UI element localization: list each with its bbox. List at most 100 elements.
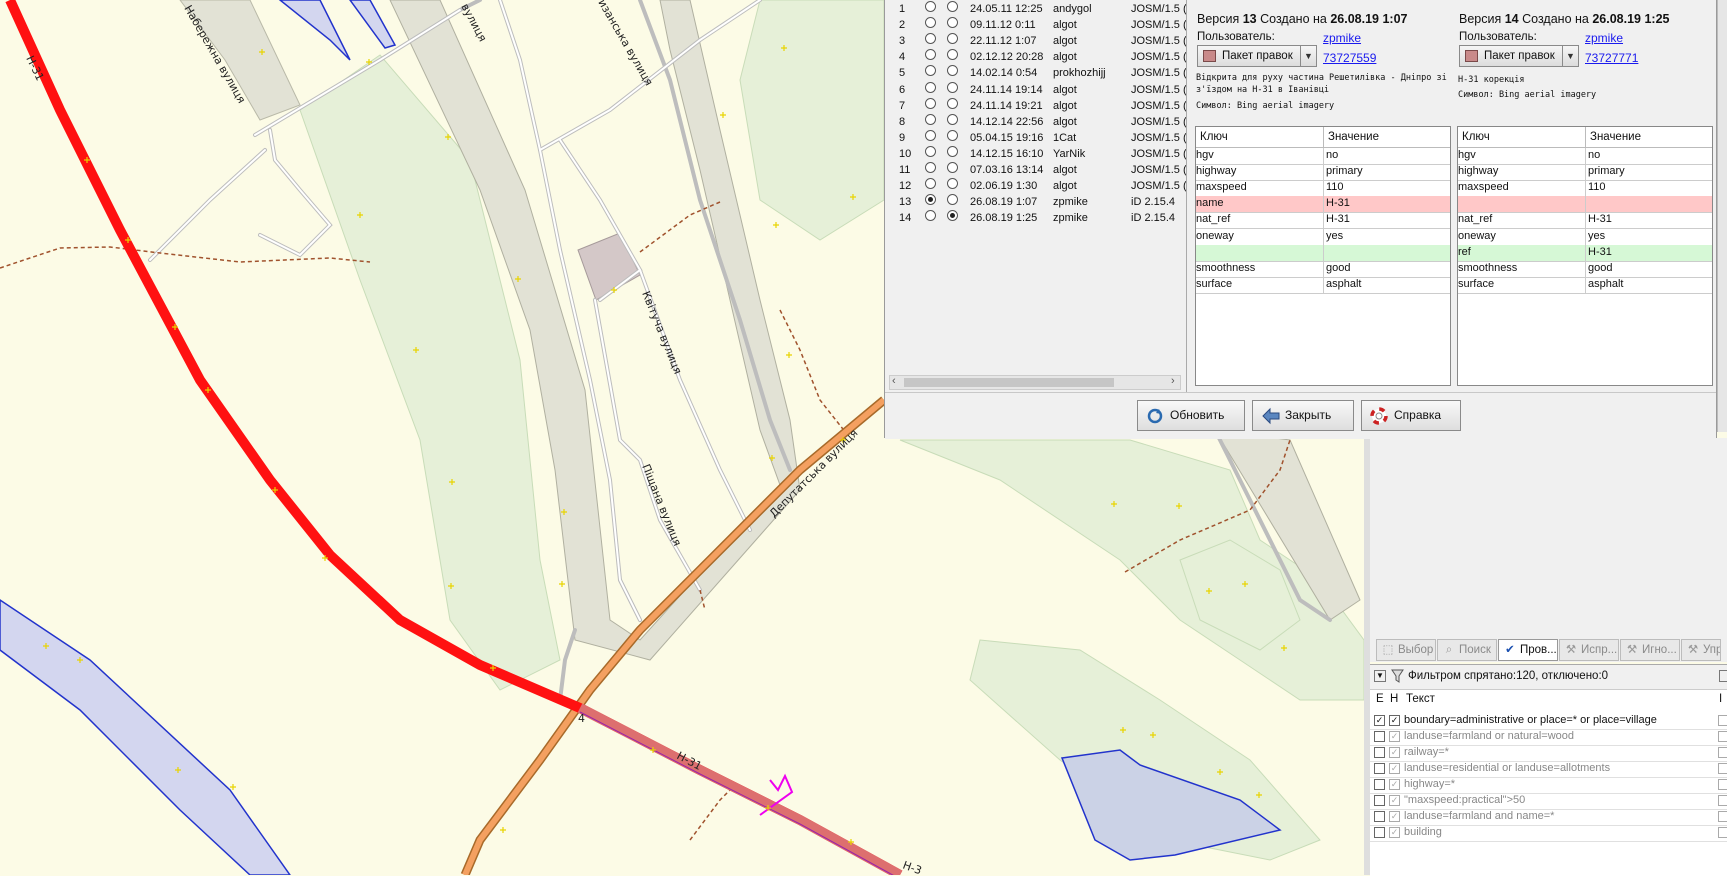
filter-enabled-checkbox[interactable]	[1374, 731, 1385, 742]
filter-enabled-checkbox[interactable]	[1374, 827, 1385, 838]
tag-row[interactable]: smoothness good	[1196, 260, 1450, 278]
version-radio-a[interactable]	[925, 113, 936, 125]
version-row[interactable]: 11 07.03.16 13:14 algot JOSM/1.5 (	[885, 162, 1186, 178]
filter-hide-checkbox[interactable]: ✓	[1389, 811, 1400, 822]
filter-hide-checkbox[interactable]: ✓	[1389, 827, 1400, 838]
key-column-header[interactable]: Ключ	[1200, 131, 1228, 143]
key-column-header[interactable]: Ключ	[1462, 131, 1490, 143]
filter-invert-checkbox[interactable]	[1718, 795, 1727, 806]
changeset-button[interactable]: Пакет правок	[1459, 45, 1563, 67]
tag-row[interactable]: nat_ref Н-31	[1196, 212, 1450, 230]
filter-invert-checkbox[interactable]	[1718, 747, 1727, 758]
filter-hide-checkbox[interactable]: ✓	[1389, 763, 1400, 774]
user-link[interactable]: zpmike	[1585, 31, 1623, 45]
filter-row[interactable]: ✓ building	[1370, 825, 1727, 842]
version-radio-b[interactable]	[947, 81, 958, 93]
filter-row[interactable]: ✓ landuse=residential or landuse=allotmen…	[1370, 761, 1727, 778]
version-radio-a[interactable]	[925, 97, 936, 109]
version-radio-b[interactable]	[947, 113, 958, 125]
version-radio-a[interactable]	[925, 145, 936, 157]
version-row[interactable]: 14 26.08.19 1:25 zpmike iD 2.15.4	[885, 210, 1185, 226]
tag-row[interactable]: hgv no	[1196, 148, 1450, 165]
filter-row[interactable]: ✓ ✓ boundary=administrative or place=* or …	[1370, 713, 1727, 730]
changeset-dropdown[interactable]: ▼	[1301, 45, 1317, 67]
tag-row[interactable]: oneway yes	[1196, 228, 1450, 246]
filter-hide-checkbox[interactable]: ✓	[1389, 779, 1400, 790]
version-radio-b[interactable]	[947, 49, 958, 61]
filter-invert-checkbox[interactable]	[1718, 715, 1727, 726]
tag-row[interactable]: surface asphalt	[1196, 276, 1450, 294]
tag-row[interactable]: surface asphalt	[1458, 276, 1712, 294]
version-radio-b[interactable]	[947, 65, 958, 77]
column-i[interactable]: I	[1719, 693, 1722, 705]
panel-button[interactable]	[1719, 670, 1727, 682]
filter-invert-checkbox[interactable]	[1718, 811, 1727, 822]
changeset-button[interactable]: Пакет правок	[1197, 45, 1301, 67]
filter-hide-checkbox[interactable]: ✓	[1389, 747, 1400, 758]
filter-hide-checkbox[interactable]: ✓	[1389, 795, 1400, 806]
filter-invert-checkbox[interactable]	[1718, 827, 1727, 838]
scrollbar-thumb[interactable]	[904, 378, 1114, 387]
version-radio-b[interactable]	[947, 210, 958, 222]
tag-table[interactable]: Ключ Значение hgv no highway primary maxspeed 1…	[1195, 126, 1451, 386]
collapse-icon[interactable]: ▼	[1374, 670, 1386, 682]
version-row[interactable]: 6 24.11.14 19:14 algot JOSM/1.5 (	[885, 81, 1186, 98]
version-list[interactable]: 1 24.05.11 12:25 andygol JOSM/1.5 (2 09.11.1…	[885, 0, 1187, 392]
help-button[interactable]: Справка	[1361, 400, 1461, 431]
tab-1[interactable]: ⬚ Выбор	[1376, 639, 1436, 661]
version-row[interactable]: 9 05.04.15 19:16 1Cat JOSM/1.5 (	[885, 129, 1186, 146]
version-row[interactable]: 13 26.08.19 1:07 zpmike iD 2.15.4	[885, 194, 1185, 210]
tab-4[interactable]: ⚒ Испр...	[1559, 639, 1619, 661]
tag-row[interactable]: maxspeed 110	[1458, 180, 1712, 198]
version-radio-a[interactable]	[925, 65, 936, 77]
tab-3[interactable]: ✔ Пров...	[1498, 639, 1558, 661]
horizontal-scrollbar[interactable]: ‹ ›	[889, 375, 1181, 390]
changeset-link[interactable]: 73727771	[1585, 51, 1638, 65]
value-column-header[interactable]: Значение	[1590, 131, 1641, 143]
version-radio-b[interactable]	[947, 97, 958, 109]
filter-enabled-checkbox[interactable]	[1374, 763, 1385, 774]
tag-row[interactable]	[1458, 196, 1712, 214]
version-radio-b[interactable]	[947, 162, 958, 173]
filter-enabled-checkbox[interactable]	[1374, 747, 1385, 758]
filter-hide-checkbox[interactable]: ✓	[1389, 715, 1400, 726]
filter-enabled-checkbox[interactable]: ✓	[1374, 715, 1385, 726]
tag-row[interactable]: name Н-31	[1196, 196, 1450, 214]
version-radio-b[interactable]	[947, 33, 958, 45]
version-radio-a[interactable]	[925, 49, 936, 61]
tag-row[interactable]: nat_ref Н-31	[1458, 212, 1712, 230]
tag-row[interactable]: ref Н-31	[1458, 244, 1712, 262]
version-radio-a[interactable]	[925, 1, 936, 12]
tag-row[interactable]: oneway yes	[1458, 228, 1712, 246]
column-text[interactable]: Текст	[1406, 693, 1435, 705]
tag-row[interactable]: maxspeed 110	[1196, 180, 1450, 198]
version-radio-a[interactable]	[925, 17, 936, 29]
version-radio-b[interactable]	[947, 129, 958, 141]
tag-row[interactable]: smoothness good	[1458, 260, 1712, 278]
tag-table[interactable]: Ключ Значение hgv no highway primary maxspeed 1…	[1457, 126, 1713, 386]
tag-row[interactable]: hgv no	[1458, 148, 1712, 165]
tag-row[interactable]: highway primary	[1458, 164, 1712, 182]
user-link[interactable]: zpmike	[1323, 31, 1361, 45]
version-radio-a[interactable]	[925, 33, 936, 45]
filter-row[interactable]: ✓ "maxspeed:practical">50	[1370, 793, 1727, 810]
version-row[interactable]: 5 14.02.14 0:54 prokhozhijj JOSM/1.5 (	[885, 65, 1186, 81]
scroll-left-icon[interactable]: ‹	[892, 375, 896, 387]
filter-enabled-checkbox[interactable]	[1374, 795, 1385, 806]
tag-row[interactable]	[1196, 244, 1450, 262]
filter-row[interactable]: ✓ landuse=farmland or natural=wood	[1370, 729, 1727, 746]
version-radio-a[interactable]	[925, 129, 936, 141]
filter-row[interactable]: ✓ highway=*	[1370, 777, 1727, 794]
filter-invert-checkbox[interactable]	[1718, 763, 1727, 774]
changeset-dropdown[interactable]: ▼	[1563, 45, 1579, 67]
version-row[interactable]: 2 09.11.12 0:11 algot JOSM/1.5 (	[885, 17, 1186, 33]
tab-6[interactable]: ⚒ Упр	[1681, 639, 1721, 661]
version-row[interactable]: 12 02.06.19 1:30 algot JOSM/1.5 (	[885, 178, 1186, 194]
value-column-header[interactable]: Значение	[1328, 131, 1379, 143]
filter-hide-checkbox[interactable]: ✓	[1389, 731, 1400, 742]
tag-row[interactable]: highway primary	[1196, 164, 1450, 182]
filter-enabled-checkbox[interactable]	[1374, 811, 1385, 822]
version-radio-b[interactable]	[947, 145, 958, 157]
version-radio-b[interactable]	[947, 178, 958, 190]
version-radio-a[interactable]	[925, 81, 936, 93]
